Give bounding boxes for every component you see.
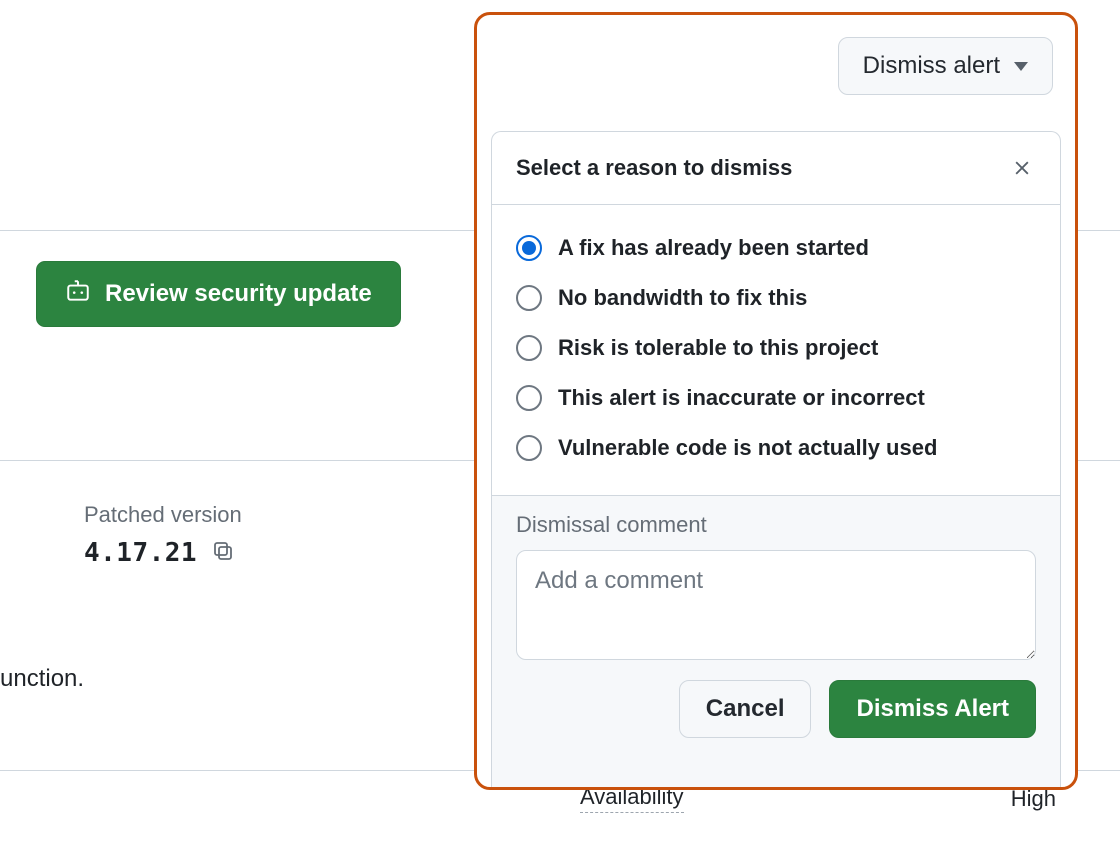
dismiss-reason-label: This alert is inaccurate or incorrect	[558, 385, 925, 411]
dismissal-comment-label: Dismissal comment	[516, 512, 1036, 538]
panel-header: Select a reason to dismiss	[492, 132, 1060, 205]
radio-icon	[516, 285, 542, 311]
dismiss-alert-submit-button[interactable]: Dismiss Alert	[829, 680, 1036, 738]
patched-version-block: Patched version 4.17.21	[84, 502, 242, 568]
panel-actions: Cancel Dismiss Alert	[516, 680, 1036, 738]
dismiss-alert-dropdown-label: Dismiss alert	[863, 52, 1000, 80]
dismiss-reason-option[interactable]: A fix has already been started	[516, 223, 1036, 273]
radio-icon	[516, 235, 542, 261]
dismiss-reason-option[interactable]: Risk is tolerable to this project	[516, 323, 1036, 373]
copy-icon[interactable]	[211, 539, 235, 568]
patched-version-value: 4.17.21	[84, 538, 197, 568]
dismiss-reason-option[interactable]: Vulnerable code is not actually used	[516, 423, 1036, 473]
dismiss-alert-dropdown-button[interactable]: Dismiss alert	[838, 37, 1053, 95]
close-icon	[1012, 158, 1032, 178]
dismiss-reason-option[interactable]: No bandwidth to fix this	[516, 273, 1036, 323]
dismiss-reason-panel: Select a reason to dismiss A fix has alr…	[491, 131, 1061, 787]
chevron-down-icon	[1014, 62, 1028, 71]
dismiss-reason-label: No bandwidth to fix this	[558, 285, 807, 311]
dismiss-reason-option[interactable]: This alert is inaccurate or incorrect	[516, 373, 1036, 423]
description-fragment: unction.	[0, 665, 84, 693]
dismiss-reason-label: Vulnerable code is not actually used	[558, 435, 937, 461]
patched-version-label: Patched version	[84, 502, 242, 528]
radio-icon	[516, 435, 542, 461]
dismiss-reason-label: A fix has already been started	[558, 235, 869, 261]
review-security-update-label: Review security update	[105, 280, 372, 308]
panel-title: Select a reason to dismiss	[516, 155, 792, 181]
close-button[interactable]	[1002, 148, 1042, 188]
dismissal-comment-input[interactable]	[516, 550, 1036, 660]
dismiss-reason-options: A fix has already been started No bandwid…	[492, 205, 1060, 495]
dismissal-comment-section: Dismissal comment Cancel Dismiss Alert	[492, 495, 1060, 787]
radio-icon	[516, 335, 542, 361]
dependabot-icon	[65, 278, 91, 311]
review-security-update-button[interactable]: Review security update	[36, 261, 401, 327]
cancel-button[interactable]: Cancel	[679, 680, 812, 738]
dismiss-reason-label: Risk is tolerable to this project	[558, 335, 878, 361]
dismiss-alert-popover: Dismiss alert Select a reason to dismiss…	[474, 12, 1078, 790]
radio-icon	[516, 385, 542, 411]
